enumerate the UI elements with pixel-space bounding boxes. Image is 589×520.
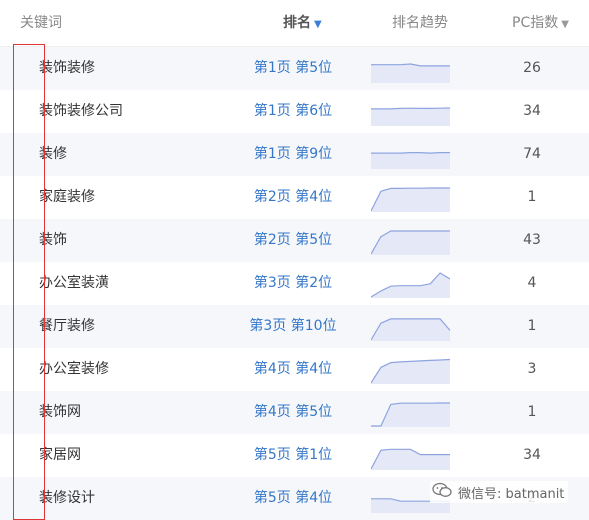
trend-chart (371, 107, 450, 126)
keyword-ranking-table: 关键词 排名 ▼ 排名趋势 PC指数 ▼ 装饰装修 第1页 第5位 26 装饰装修公司 第1… (0, 0, 589, 520)
rank-cell[interactable]: 第2页 第5位 (238, 219, 348, 262)
trend-chart (371, 318, 450, 341)
keyword-cell[interactable]: 装修设计 (39, 477, 95, 520)
keyword-cell[interactable]: 餐厅装修 (39, 305, 95, 348)
trend-area (371, 231, 450, 255)
keyword-cell[interactable]: 办公室装潢 (39, 262, 109, 305)
pc-index-cell: 3 (527, 361, 537, 377)
trend-chart (371, 152, 450, 169)
rank-cell[interactable]: 第1页 第6位 (238, 90, 348, 133)
watermark-text: 微信号: batmanit (458, 486, 565, 502)
trend-chart (371, 448, 450, 470)
keyword-cell[interactable]: 家庭装修 (39, 176, 95, 219)
rank-cell[interactable]: 第3页 第10位 (238, 305, 348, 348)
trend-chart (371, 63, 450, 83)
pc-index-cell: 34 (523, 447, 541, 463)
trend-area (371, 403, 450, 427)
header-pc-index-sort[interactable]: PC指数 ▼ (512, 0, 569, 46)
table-row: 家居网 第5页 第1位 34 (0, 434, 589, 477)
table-row: 办公室装潢 第3页 第2位 4 (0, 262, 589, 305)
rank-cell[interactable]: 第4页 第4位 (238, 348, 348, 391)
table-row: 装修 第1页 第9位 74 (0, 133, 589, 176)
table-row: 餐厅装修 第3页 第10位 1 (0, 305, 589, 348)
trend-sparkline (371, 314, 450, 341)
trend-chart (371, 230, 450, 255)
keyword-cell[interactable]: 家居网 (39, 434, 81, 477)
trend-chart (371, 358, 450, 384)
keyword-cell[interactable]: 办公室装修 (39, 348, 109, 391)
pc-index-cell: 4 (527, 275, 537, 291)
pc-index-cell: 34 (523, 103, 541, 119)
header-pc-index-label: PC指数 (512, 15, 559, 31)
keyword-cell[interactable]: 装饰网 (39, 391, 81, 434)
trend-chart (371, 187, 450, 212)
sort-caret-icon: ▼ (314, 19, 322, 30)
table-body: 装饰装修 第1页 第5位 26 装饰装修公司 第1页 第6位 34 装修 第1页 第9位 74 家… (0, 47, 589, 520)
highlight-box (13, 44, 45, 520)
table-row: 装饰网 第4页 第5位 1 (0, 391, 589, 434)
table-row: 装饰装修 第1页 第5位 26 (0, 47, 589, 90)
keyword-cell[interactable]: 装饰装修 (39, 47, 95, 90)
trend-area (371, 188, 450, 212)
trend-sparkline (371, 228, 450, 255)
table-header: 关键词 排名 ▼ 排名趋势 PC指数 ▼ (0, 0, 589, 47)
pc-index-cell: 1 (527, 318, 537, 334)
table-row: 家庭装修 第2页 第4位 1 (0, 176, 589, 219)
watermark: 微信号: batmanit (430, 481, 569, 503)
trend-sparkline (371, 271, 450, 298)
header-rank-sort[interactable]: 排名 ▼ (283, 0, 322, 46)
rank-cell[interactable]: 第3页 第2位 (238, 262, 348, 305)
trend-area (371, 359, 450, 384)
keyword-cell[interactable]: 装饰装修公司 (39, 90, 123, 133)
trend-sparkline (371, 400, 450, 427)
table-row: 装饰装修公司 第1页 第6位 34 (0, 90, 589, 133)
rank-cell[interactable]: 第5页 第4位 (238, 477, 348, 520)
trend-chart (371, 402, 450, 427)
trend-line (371, 107, 450, 110)
rank-cell[interactable]: 第5页 第1位 (238, 434, 348, 477)
pc-index-cell: 26 (523, 60, 541, 76)
trend-sparkline (371, 142, 450, 169)
header-trend: 排名趋势 (392, 15, 448, 31)
trend-line (371, 152, 450, 154)
trend-sparkline (371, 99, 450, 126)
pc-index-cell: 1 (527, 189, 537, 205)
rank-cell[interactable]: 第4页 第5位 (238, 391, 348, 434)
trend-area (371, 449, 450, 470)
wechat-icon (432, 482, 452, 502)
trend-sparkline (371, 185, 450, 212)
trend-sparkline (371, 357, 450, 384)
rank-cell[interactable]: 第1页 第9位 (238, 133, 348, 176)
trend-area (371, 152, 450, 169)
pc-index-cell: 1 (527, 404, 537, 420)
rank-cell[interactable]: 第1页 第5位 (238, 47, 348, 90)
trend-chart (371, 272, 450, 298)
pc-index-cell: 43 (523, 232, 541, 248)
table-row: 办公室装修 第4页 第4位 3 (0, 348, 589, 391)
trend-area (371, 64, 450, 83)
trend-sparkline (371, 56, 450, 83)
trend-area (371, 108, 450, 126)
rank-cell[interactable]: 第2页 第4位 (238, 176, 348, 219)
header-rank-label: 排名 (283, 15, 311, 31)
header-keyword: 关键词 (20, 15, 62, 31)
table-row: 装饰 第2页 第5位 43 (0, 219, 589, 262)
pc-index-cell: 74 (523, 146, 541, 162)
trend-sparkline (371, 443, 450, 470)
sort-caret-icon: ▼ (561, 19, 569, 30)
